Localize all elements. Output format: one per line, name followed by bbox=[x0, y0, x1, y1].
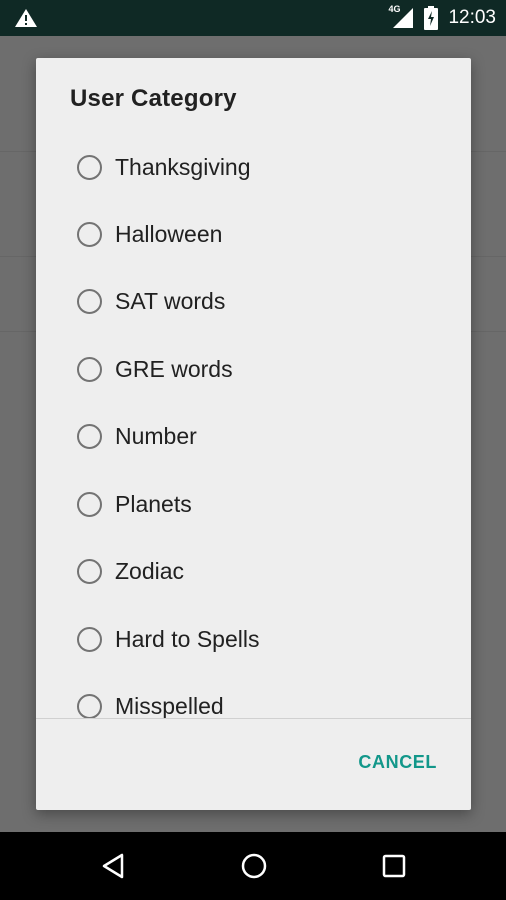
status-icons: 4G 12:03 bbox=[388, 0, 496, 36]
radio-button[interactable] bbox=[77, 289, 102, 314]
category-option[interactable]: Thanksgiving bbox=[36, 134, 471, 201]
status-bar: 4G 12:03 bbox=[0, 0, 506, 36]
option-label: Planets bbox=[115, 491, 192, 517]
category-option-list[interactable]: Thanksgiving Halloween SAT words GRE wor… bbox=[36, 134, 471, 718]
option-label: SAT words bbox=[115, 288, 226, 314]
category-option[interactable]: GRE words bbox=[36, 336, 471, 403]
category-option[interactable]: SAT words bbox=[36, 268, 471, 335]
category-option[interactable]: Misspelled bbox=[36, 673, 471, 718]
clock: 12:03 bbox=[448, 7, 496, 28]
home-icon[interactable] bbox=[240, 852, 268, 880]
option-label: Misspelled bbox=[115, 693, 224, 718]
user-category-dialog: User Category Thanksgiving Halloween SAT… bbox=[36, 58, 471, 810]
navigation-bar bbox=[0, 832, 506, 900]
category-option[interactable]: Hard to Spells bbox=[36, 606, 471, 673]
category-option[interactable]: Zodiac bbox=[36, 538, 471, 605]
signal-icon: 4G bbox=[388, 4, 414, 30]
category-option[interactable]: Planets bbox=[36, 471, 471, 538]
category-option[interactable]: Number bbox=[36, 403, 471, 470]
option-label: Halloween bbox=[115, 221, 223, 247]
option-label: GRE words bbox=[115, 356, 233, 382]
radio-button[interactable] bbox=[77, 357, 102, 382]
radio-button[interactable] bbox=[77, 424, 102, 449]
back-icon[interactable] bbox=[100, 852, 128, 880]
warning-icon bbox=[15, 9, 37, 27]
radio-button[interactable] bbox=[77, 492, 102, 517]
dialog-divider bbox=[36, 718, 471, 719]
option-label: Thanksgiving bbox=[115, 154, 251, 180]
battery-icon bbox=[424, 6, 439, 30]
radio-button[interactable] bbox=[77, 222, 102, 247]
category-option[interactable]: Halloween bbox=[36, 201, 471, 268]
radio-button[interactable] bbox=[77, 559, 102, 584]
recents-icon[interactable] bbox=[380, 852, 408, 880]
option-label: Hard to Spells bbox=[115, 626, 260, 652]
radio-button[interactable] bbox=[77, 627, 102, 652]
radio-button[interactable] bbox=[77, 694, 102, 718]
option-label: Zodiac bbox=[115, 558, 185, 584]
radio-button[interactable] bbox=[77, 155, 102, 180]
cancel-button[interactable]: CANCEL bbox=[358, 752, 437, 773]
dialog-title: User Category bbox=[70, 85, 237, 112]
option-label: Number bbox=[115, 423, 197, 449]
